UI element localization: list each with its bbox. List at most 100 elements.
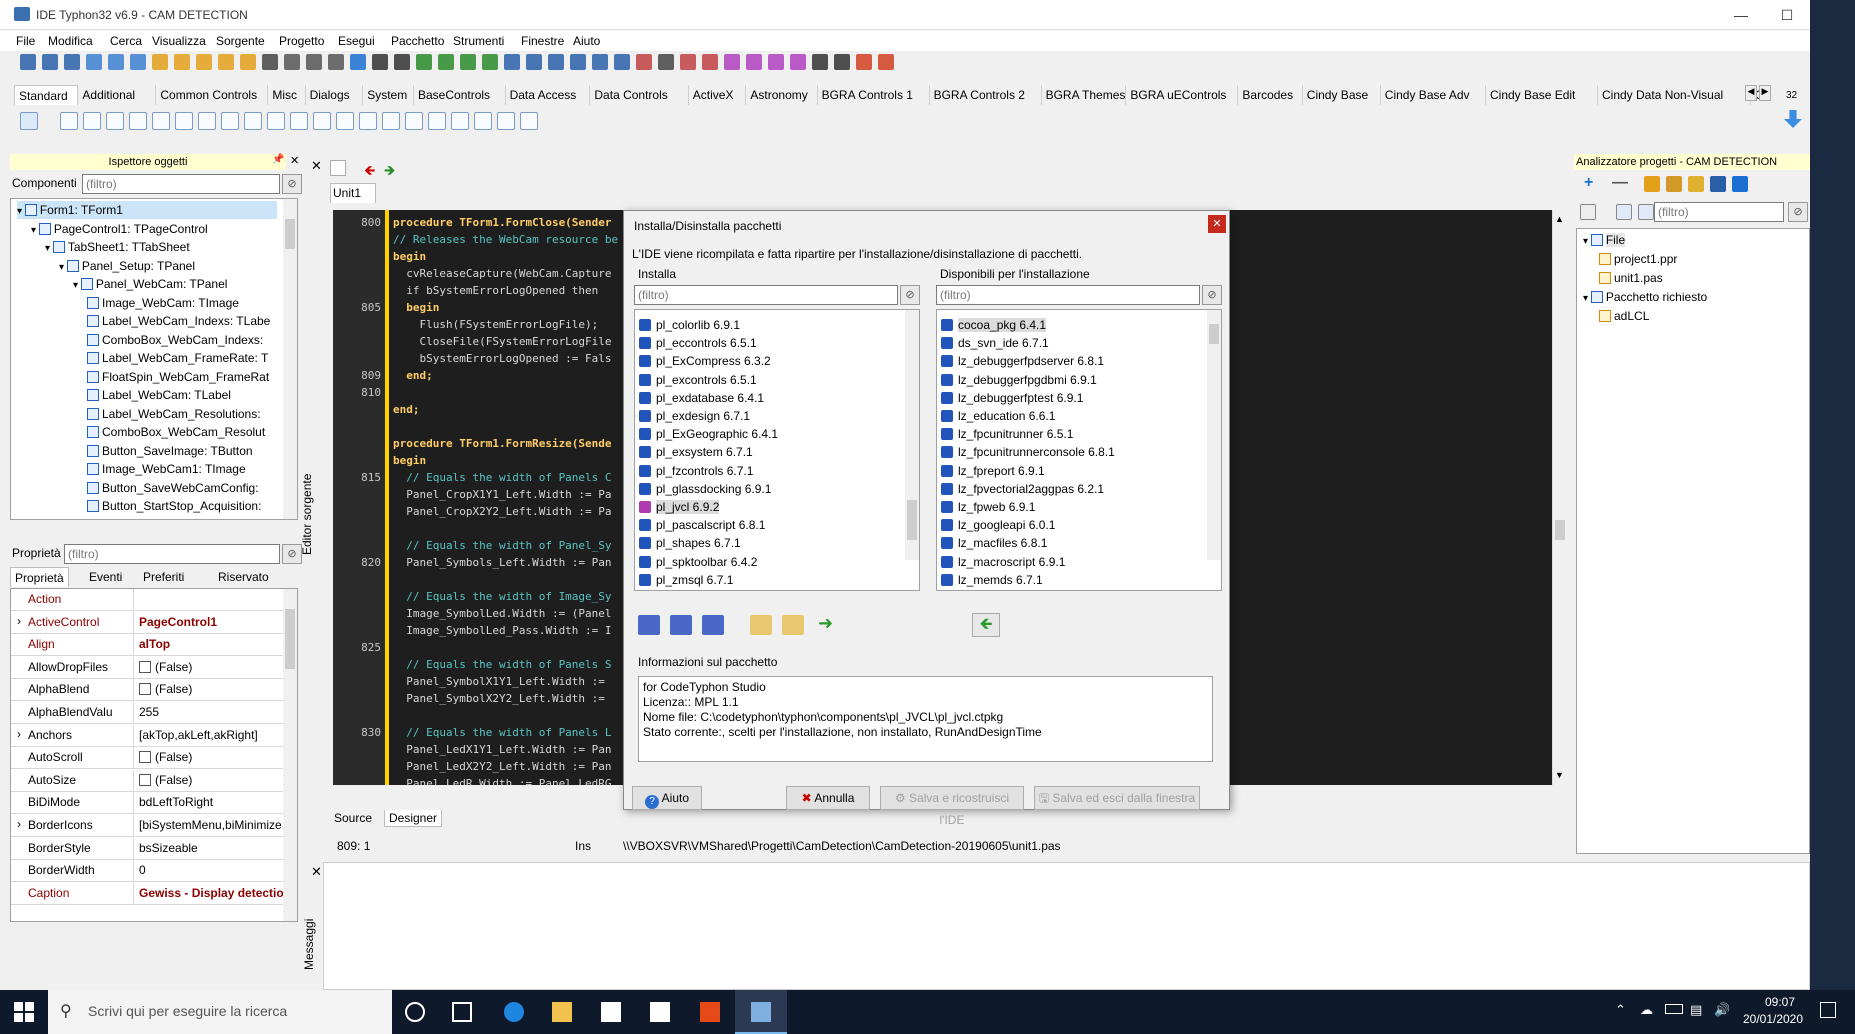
install-clear-filter-icon[interactable]: ⊘ [900, 285, 920, 305]
package-item[interactable]: lz_macfiles 6.8.1 [941, 534, 1201, 552]
package-item[interactable]: lz_memds 6.7.1 [941, 571, 1201, 589]
import-icon[interactable] [750, 615, 772, 635]
forward-arrow-icon[interactable]: 🡺 [384, 160, 395, 184]
code-line[interactable]: Flush(FSystemErrorLogFile); [393, 318, 598, 331]
edge-icon[interactable] [504, 1002, 524, 1022]
toolbar-icon[interactable] [174, 54, 190, 70]
property-row[interactable]: Action [11, 589, 284, 611]
palette-tab[interactable]: Data Controls [590, 85, 689, 105]
dialog-close-button[interactable]: ✕ [1208, 215, 1226, 233]
project-tree-node[interactable]: ▾ File [1583, 231, 1783, 249]
expand-icon[interactable]: ▾ [59, 262, 67, 273]
maximize-button[interactable]: ☐ [1764, 0, 1810, 30]
add-package-icon[interactable] [1666, 176, 1682, 192]
palette-tab[interactable]: Cindy Base Edit [1486, 85, 1598, 105]
menu-item[interactable]: Visualizza [152, 34, 206, 48]
property-row[interactable]: Caption Gewiss - Display detection [11, 882, 289, 905]
toolbar-icon[interactable] [196, 54, 212, 70]
code-line[interactable]: procedure TForm1.FormClose(Sender [393, 216, 612, 229]
component-icon[interactable] [336, 112, 354, 130]
component-tree-node[interactable]: ▾ Form1: TForm1 [17, 201, 277, 219]
package-item[interactable]: lz_fpcunitrunnerconsole 6.8.1 [941, 443, 1201, 461]
package-item[interactable]: pl_excontrols 6.5.1 [639, 371, 899, 389]
toolbar-icon[interactable] [108, 54, 124, 70]
palette-tab[interactable]: BGRA uEControls [1126, 85, 1239, 105]
package-item[interactable]: pl_exdatabase 6.4.1 [639, 389, 899, 407]
package-item[interactable]: pl_glassdocking 6.9.1 [639, 480, 899, 498]
toolbar-icon[interactable] [878, 54, 894, 70]
component-tree-node[interactable]: ▾ TabSheet1: TTabSheet [45, 238, 277, 256]
toolbar-icon[interactable] [768, 54, 784, 70]
save-rebuild-button[interactable]: ⚙ Salva e ricostruisci l'IDE [880, 786, 1024, 827]
pin-icon[interactable]: 📌 [272, 154, 284, 165]
component-tree-node[interactable]: ComboBox_WebCam_Resolut [87, 423, 277, 441]
mail-icon[interactable] [650, 1002, 670, 1022]
expand-icon[interactable]: › [17, 727, 21, 741]
menu-item[interactable]: Sorgente [216, 34, 265, 48]
expand-icon[interactable]: ▾ [73, 280, 81, 291]
code-line[interactable]: // Equals the width of Panels C [393, 471, 611, 484]
property-row[interactable]: › Anchors [akTop,akLeft,akRight] [11, 724, 284, 747]
code-line[interactable]: procedure TForm1.FormResize(Sende [393, 437, 612, 450]
palette-tab[interactable]: ActiveX [688, 85, 747, 105]
expand-icon[interactable]: ▾ [17, 206, 25, 217]
package-item[interactable]: lz_fpcunitrunner 6.5.1 [941, 425, 1201, 443]
project-tree-node[interactable]: project1.ppr [1599, 250, 1799, 268]
expand-icon[interactable]: ▾ [31, 225, 39, 236]
package-item[interactable]: pl_pascalscript 6.8.1 [639, 516, 899, 534]
battery-icon[interactable] [1665, 1004, 1683, 1014]
inspector-tab[interactable]: Proprietà [10, 567, 69, 587]
expand-icon[interactable]: › [17, 817, 21, 831]
inspector-tab[interactable]: Eventi [85, 567, 126, 587]
checkbox[interactable] [139, 683, 151, 696]
property-row[interactable]: BiDiMode bdLeftToRight [11, 792, 284, 815]
package-item[interactable]: cocoa_pkg 6.4.1 [941, 316, 1201, 334]
chevron-up-icon[interactable]: ⌃ [1615, 1002, 1626, 1018]
property-row[interactable]: BorderWidth 0 [11, 860, 284, 883]
typhon-taskbar-button[interactable] [735, 990, 787, 1034]
toolbar-icon[interactable] [570, 54, 586, 70]
toolbar-icon[interactable] [724, 54, 740, 70]
toolbar-icon[interactable] [636, 54, 652, 70]
palette-tab[interactable]: Common Controls [156, 85, 269, 105]
available-packages-list[interactable]: cocoa_pkg 6.4.1 ds_svn_ide 6.7.1 lz_debugg… [936, 309, 1222, 591]
toolbar-icon[interactable] [306, 54, 322, 70]
toolbar-icon[interactable] [328, 54, 344, 70]
code-line[interactable]: Panel_CropX1Y1_Left.Width := Pa [393, 488, 611, 501]
component-icon[interactable] [451, 112, 469, 130]
toolbar-icon[interactable] [592, 54, 608, 70]
project-tree-node[interactable]: ▾ Pacchetto richiesto [1583, 288, 1783, 306]
checkbox[interactable] [139, 773, 151, 786]
code-line[interactable]: end; [393, 403, 420, 416]
code-line[interactable]: begin [393, 454, 426, 467]
binoculars-icon[interactable] [1710, 176, 1726, 192]
help-button[interactable]: ? Aiuto [632, 786, 702, 810]
code-line[interactable]: if bSystemErrorLogOpened then [393, 284, 598, 297]
export-icon[interactable] [782, 615, 804, 635]
package-item[interactable]: pl_exdesign 6.7.1 [639, 407, 899, 425]
toolbar-icon[interactable] [416, 54, 432, 70]
package-item[interactable]: pl_ExCompress 6.3.2 [639, 352, 899, 370]
palette-tab[interactable]: Dialogs [305, 85, 364, 105]
menu-item[interactable]: Finestre [521, 34, 564, 48]
list-vscroll[interactable] [905, 310, 919, 560]
project-filter-input[interactable]: (filtro) [1654, 202, 1784, 222]
toolbar-icon[interactable] [856, 54, 872, 70]
clock-date[interactable]: 20/01/2020 [1738, 1012, 1808, 1026]
list-vscroll[interactable] [1207, 310, 1221, 560]
package-item[interactable]: lz_fpweb 6.9.1 [941, 498, 1201, 516]
network-icon[interactable]: ▤ [1690, 1002, 1702, 1018]
install-filter-input[interactable]: (filtro) [634, 285, 898, 305]
package-item[interactable]: pl_fzcontrols 6.7.1 [639, 462, 899, 480]
property-row[interactable]: AutoScroll (False) [11, 747, 284, 770]
component-tree-node[interactable]: Label_WebCam_FrameRate: T [87, 349, 277, 367]
move-right-arrow-icon[interactable]: ➜ [818, 613, 833, 634]
toolbar-icon[interactable] [680, 54, 696, 70]
toolbar-icon[interactable] [702, 54, 718, 70]
project-tree-node[interactable]: adLCL [1599, 307, 1799, 325]
toolbar-icon[interactable] [86, 54, 102, 70]
tree-vscroll[interactable] [283, 199, 297, 519]
palette-tab[interactable]: BGRA Themes [1041, 85, 1127, 105]
menu-item[interactable]: Esegui [338, 34, 375, 48]
component-tree-node[interactable]: Label_WebCam_Resolutions: [87, 405, 277, 423]
